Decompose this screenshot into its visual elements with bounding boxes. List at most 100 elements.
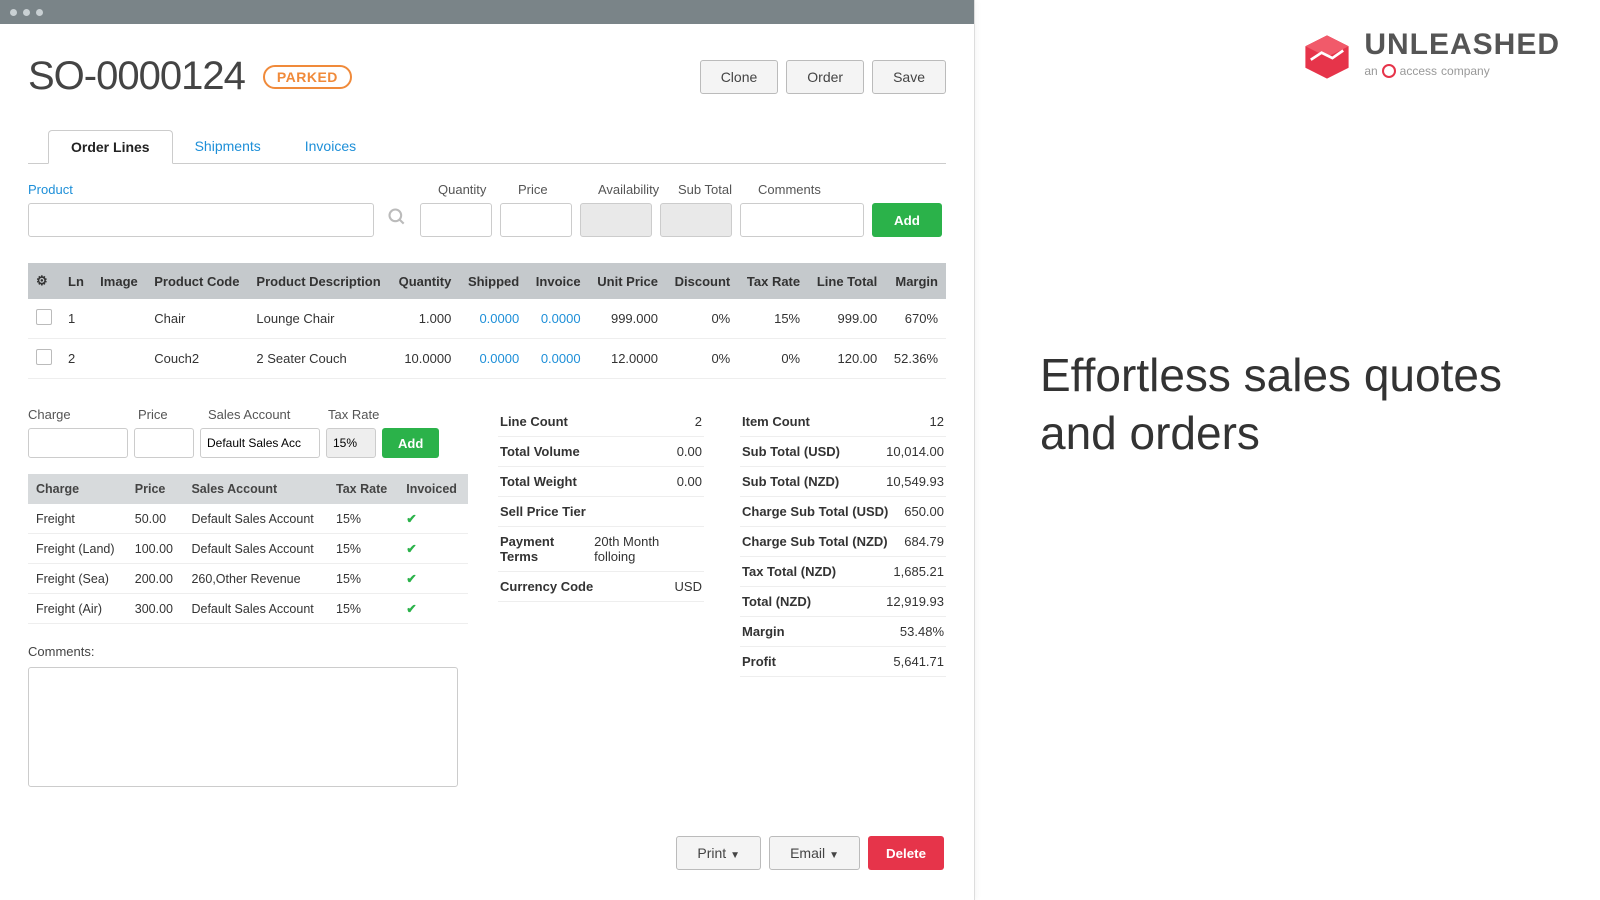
summary-row: Payment Terms20th Month folloing — [498, 527, 704, 572]
comments-textarea[interactable] — [28, 667, 458, 787]
row-checkbox[interactable] — [36, 309, 52, 325]
summary-value: 0.00 — [677, 444, 702, 459]
summary-row: Charge Sub Total (USD)650.00 — [740, 497, 946, 527]
delete-button[interactable]: Delete — [868, 836, 944, 870]
search-icon[interactable] — [382, 207, 412, 233]
cell-tax: 0% — [738, 339, 808, 379]
label-availability: Availability — [598, 182, 678, 197]
print-button[interactable]: Print▼ — [676, 836, 761, 870]
add-line-button[interactable]: Add — [872, 203, 942, 237]
tab-order-lines[interactable]: Order Lines — [48, 130, 173, 164]
cell-margin: 52.36% — [885, 339, 946, 379]
label-charge-price: Price — [138, 407, 208, 422]
charge-price-input[interactable] — [134, 428, 194, 458]
table-row: 2Couch22 Seater Couch10.00000.00000.0000… — [28, 339, 946, 379]
cell-charge-account: 260,Other Revenue — [183, 564, 328, 594]
summary-value: 53.48% — [900, 624, 944, 639]
price-input[interactable] — [500, 203, 572, 237]
col-charge-invoiced: Invoiced — [398, 474, 468, 504]
check-icon: ✔ — [406, 512, 416, 526]
status-badge: PARKED — [263, 65, 352, 89]
summary-value: 10,014.00 — [886, 444, 944, 459]
cell-charge-name: Freight (Air) — [28, 594, 127, 624]
summary-value: 2 — [695, 414, 702, 429]
window-titlebar — [0, 0, 974, 24]
cell-discount: 0% — [666, 339, 738, 379]
email-button[interactable]: Email▼ — [769, 836, 860, 870]
table-row: 1ChairLounge Chair1.0000.00000.0000999.0… — [28, 299, 946, 339]
summary-key: Charge Sub Total (NZD) — [742, 534, 888, 549]
availability-field — [580, 203, 652, 237]
summary-value: 20th Month folloing — [594, 534, 702, 564]
row-checkbox[interactable] — [36, 349, 52, 365]
col-tax: Tax Rate — [738, 263, 808, 299]
cell-charge-account: Default Sales Account — [183, 594, 328, 624]
col-ln: Ln — [60, 263, 92, 299]
tab-invoices[interactable]: Invoices — [283, 130, 378, 164]
clone-button[interactable]: Clone — [700, 60, 779, 94]
logo-icon — [1300, 30, 1354, 87]
cell-invoice[interactable]: 0.0000 — [527, 299, 588, 339]
cell-shipped[interactable]: 0.0000 — [459, 339, 527, 379]
summary-right: Item Count12Sub Total (USD)10,014.00Sub … — [740, 407, 946, 677]
cell-desc: 2 Seater Couch — [248, 339, 390, 379]
brand-subline: an access company — [1364, 64, 1560, 78]
cell-charge-invoiced: ✔ — [398, 564, 468, 594]
cell-charge-invoiced: ✔ — [398, 504, 468, 534]
table-row: Freight (Air)300.00Default Sales Account… — [28, 594, 468, 624]
save-button[interactable]: Save — [872, 60, 946, 94]
add-charge-button[interactable]: Add — [382, 428, 439, 458]
table-row: Freight50.00Default Sales Account15%✔ — [28, 504, 468, 534]
app-window: SO-0000124 PARKED Clone Order Save Order… — [0, 0, 975, 900]
tab-shipments[interactable]: Shipments — [173, 130, 283, 164]
summary-row: Item Count12 — [740, 407, 946, 437]
entry-labels: Product Quantity Price Availability Sub … — [28, 182, 946, 197]
product-input[interactable] — [28, 203, 374, 237]
summary-row: Total (NZD)12,919.93 — [740, 587, 946, 617]
cell-qty: 1.000 — [390, 299, 459, 339]
col-desc: Product Description — [248, 263, 390, 299]
summary-row: Charge Sub Total (NZD) 684.79 — [740, 527, 946, 557]
charge-name-input[interactable] — [28, 428, 128, 458]
subtotal-field — [660, 203, 732, 237]
cell-discount: 0% — [666, 299, 738, 339]
order-button[interactable]: Order — [786, 60, 864, 94]
cell-charge-tax: 15% — [328, 594, 398, 624]
label-price: Price — [518, 182, 598, 197]
summary-key: Tax Total (NZD) — [742, 564, 836, 579]
summary-row: Tax Total (NZD)1,685.21 — [740, 557, 946, 587]
cell-total: 120.00 — [808, 339, 885, 379]
summary-row: Profit5,641.71 — [740, 647, 946, 677]
cell-charge-name: Freight (Sea) — [28, 564, 127, 594]
chevron-down-icon: ▼ — [730, 850, 740, 861]
summary-value: 12,919.93 — [886, 594, 944, 609]
cell-charge-invoiced: ✔ — [398, 534, 468, 564]
label-quantity: Quantity — [438, 182, 518, 197]
check-icon: ✔ — [406, 542, 416, 556]
cell-charge-account: Default Sales Account — [183, 534, 328, 564]
quantity-input[interactable] — [420, 203, 492, 237]
tabs: Order Lines Shipments Invoices — [28, 129, 946, 164]
summary-key: Total Volume — [500, 444, 580, 459]
window-dot — [36, 9, 43, 16]
cell-shipped[interactable]: 0.0000 — [459, 299, 527, 339]
summary-key: Sell Price Tier — [500, 504, 586, 519]
cell-ln: 2 — [60, 339, 92, 379]
cell-image — [92, 299, 146, 339]
summary-row: Currency CodeUSD — [498, 572, 704, 602]
summary-key: Payment Terms — [500, 534, 594, 564]
summary-key: Margin — [742, 624, 785, 639]
lines-table: ⚙ Ln Image Product Code Product Descript… — [28, 263, 946, 379]
summary-value: 650.00 — [904, 504, 944, 519]
col-gear[interactable]: ⚙ — [28, 263, 60, 299]
comments-input[interactable] — [740, 203, 864, 237]
chevron-down-icon: ▼ — [829, 850, 839, 861]
cell-charge-account: Default Sales Account — [183, 504, 328, 534]
col-margin: Margin — [885, 263, 946, 299]
charge-account-input[interactable] — [200, 428, 320, 458]
cell-charge-tax: 15% — [328, 534, 398, 564]
cell-invoice[interactable]: 0.0000 — [527, 339, 588, 379]
summary-key: Currency Code — [500, 579, 593, 594]
col-charge-price: Price — [127, 474, 184, 504]
summary-value: 684.79 — [904, 534, 944, 549]
